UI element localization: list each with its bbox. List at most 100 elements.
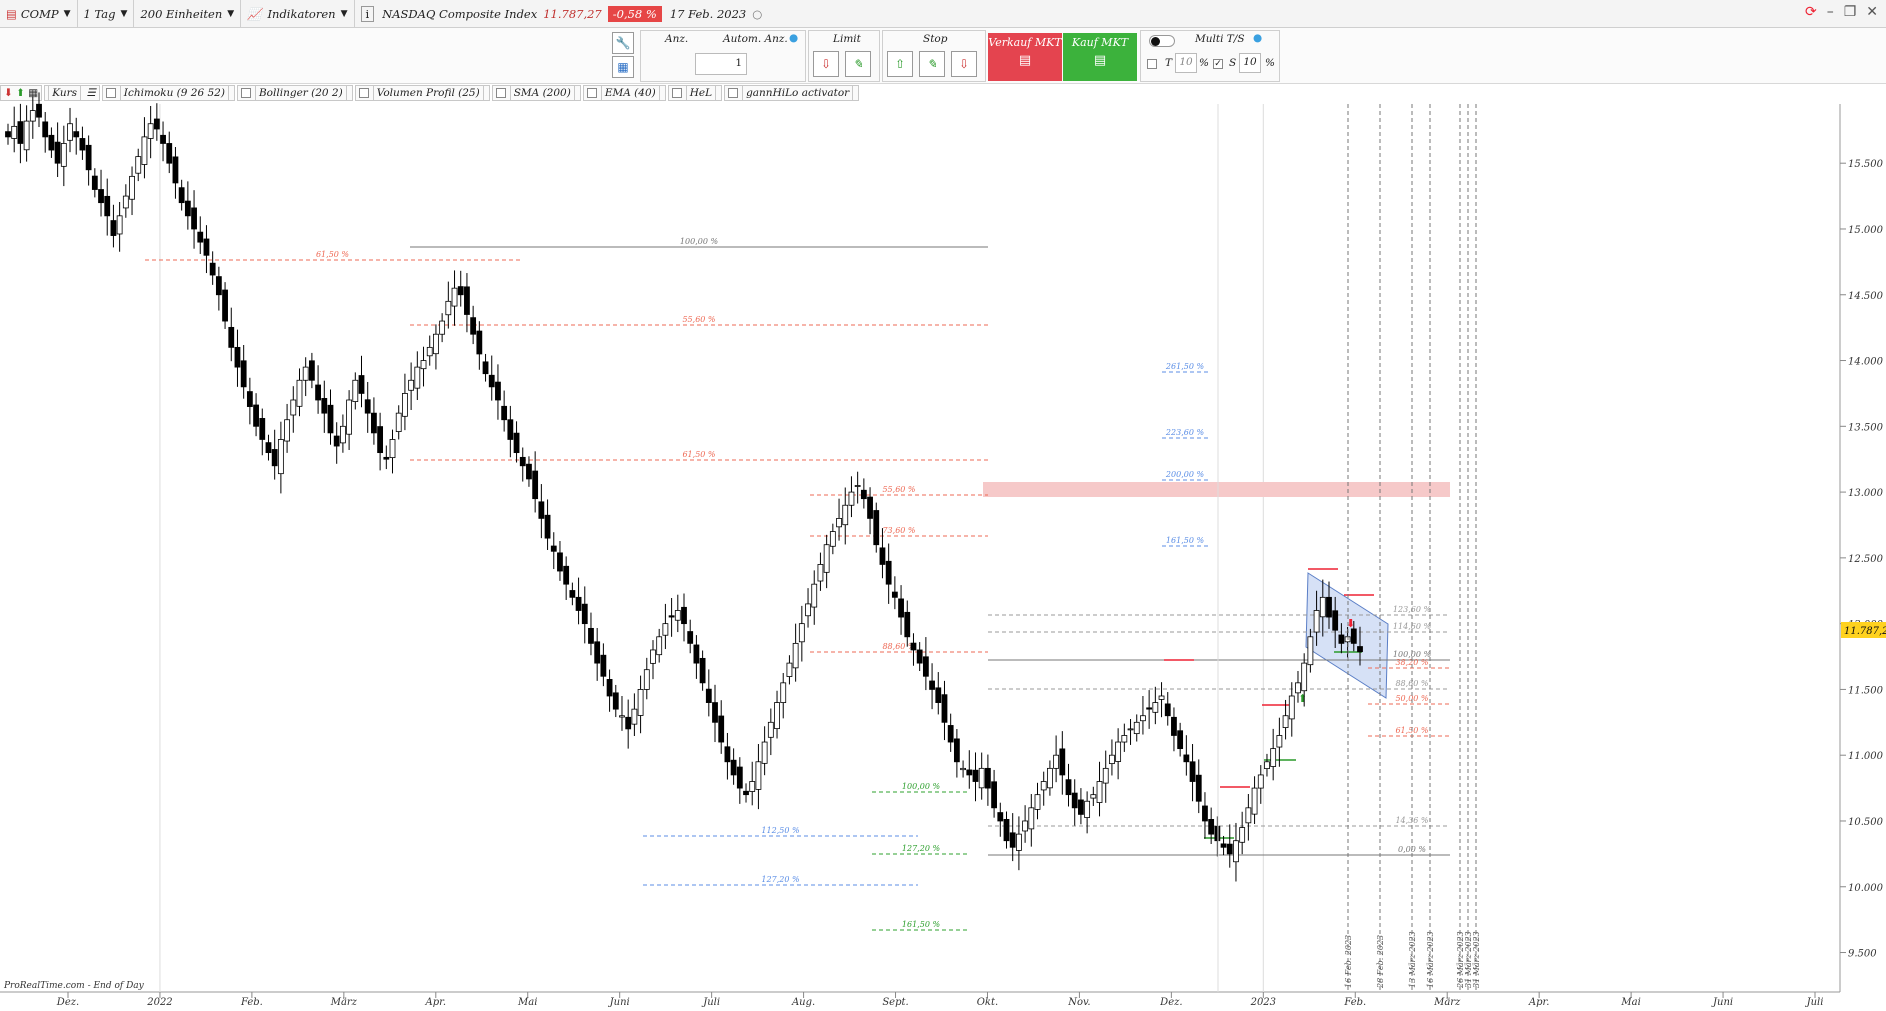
candle-body <box>290 399 297 416</box>
wrench-icon[interactable]: 🔧 <box>612 32 634 54</box>
indicator-label: gannHiLo activator <box>742 85 854 101</box>
s-input[interactable]: 10 <box>1239 53 1261 73</box>
symbol-icon: ▤ <box>6 6 17 21</box>
candle-body <box>402 393 408 417</box>
x-tick-label: Mai <box>517 997 537 1008</box>
candle-body <box>1357 646 1363 653</box>
restore-icon[interactable]: ❐ <box>1844 4 1857 20</box>
candle-body <box>73 131 80 138</box>
indicator-checkbox[interactable] <box>586 88 597 98</box>
indicator-item-bollinger[interactable]: Bollinger (20 2) <box>236 85 353 101</box>
candle-body <box>600 654 607 677</box>
indicators-button[interactable]: 📈 Indikatoren ▼ <box>241 0 355 28</box>
candle-body <box>433 333 439 355</box>
candle-body <box>879 547 886 565</box>
indicator-item-hel[interactable]: HeL <box>667 85 723 101</box>
indicator-label: Kurs <box>48 85 82 101</box>
candle-body <box>321 398 328 414</box>
candle-body <box>761 741 768 764</box>
candle-body <box>780 682 787 703</box>
candle-body <box>619 715 625 718</box>
candle-body <box>197 231 204 243</box>
fib-level-label: 200,00 % <box>1165 470 1205 479</box>
indicator-item-volume-profile[interactable]: Volumen Profil (25) <box>354 85 490 101</box>
candle-body <box>1109 754 1115 765</box>
candle-body <box>184 200 191 217</box>
stop-sell-button[interactable]: ⇩ <box>951 51 977 77</box>
indicator-checkbox[interactable] <box>240 88 251 98</box>
candle-body <box>978 767 985 789</box>
candle-body <box>594 641 601 664</box>
candle-body <box>1319 596 1326 618</box>
minimize-icon[interactable]: – <box>1827 4 1834 20</box>
symbol-select[interactable]: ▤ COMP ▼ <box>0 0 78 28</box>
candle-body <box>1009 832 1016 848</box>
candle-body <box>513 432 520 454</box>
indicator-checkbox[interactable] <box>495 88 506 98</box>
candle-body <box>991 781 997 809</box>
candle-body <box>1071 792 1078 809</box>
sync-icon[interactable]: ⟳ <box>1805 4 1817 20</box>
qty-input[interactable]: 1 <box>695 53 747 75</box>
x-tick-label: Sept. <box>882 997 908 1008</box>
close-icon[interactable]: ✕ <box>1866 4 1878 20</box>
t-input[interactable]: 10 <box>1175 53 1197 73</box>
fib-level-label: 114,60 % <box>1393 622 1432 631</box>
indicator-checkbox[interactable] <box>671 88 682 98</box>
indicator-item-ganhilo[interactable]: gannHiLo activator <box>724 85 860 101</box>
descending-channel <box>1305 572 1389 699</box>
candle-body <box>848 491 855 506</box>
candle-body <box>1226 843 1233 855</box>
indicator-item-kurs[interactable]: Kurs ☰ <box>44 85 100 101</box>
candle-body <box>215 276 222 296</box>
candle-body <box>550 545 557 552</box>
indicator-checkbox[interactable] <box>728 88 739 98</box>
indicator-item-sma[interactable]: SMA (200) <box>491 85 581 101</box>
limit-sell-button[interactable]: ⇩ <box>813 51 839 77</box>
x-tick-label: Juni <box>1711 997 1733 1008</box>
keyboard-icon[interactable]: ▦ <box>612 56 634 78</box>
candle-body <box>339 425 346 444</box>
candle-body <box>166 143 173 164</box>
stop-edit-button[interactable]: ✎ <box>919 51 945 77</box>
indicator-item-ichimoku[interactable]: Ichimoku (9 26 52) <box>101 85 235 101</box>
candle-body <box>67 123 73 141</box>
info-icon[interactable]: i <box>360 5 375 22</box>
units-label: 200 Einheiten <box>140 6 223 21</box>
candle-body <box>922 656 929 677</box>
period-select[interactable]: 1 Tag ▼ <box>78 0 135 28</box>
indicator-label: HeL <box>685 85 717 101</box>
candle-body <box>823 544 830 573</box>
candle-body <box>836 518 842 528</box>
candle-body <box>203 238 210 256</box>
candle-body <box>1344 636 1351 643</box>
last-price-tag-label: 11.787,27 <box>1844 626 1886 637</box>
fib-level-label: 55,60 % <box>882 485 915 494</box>
sell-market-button[interactable]: Verkauf MKT ▤ <box>988 33 1062 81</box>
candle-body <box>842 504 849 526</box>
limit-edit-button[interactable]: ✎ <box>845 51 871 77</box>
candle-body <box>85 144 92 171</box>
indicator-controls[interactable]: ⬇ ⬆ ▦ <box>0 85 43 101</box>
multi-toggle[interactable] <box>1149 35 1175 47</box>
candle-body <box>1152 702 1159 713</box>
candle-body <box>377 426 384 454</box>
units-select[interactable]: 200 Einheiten ▼ <box>134 0 242 28</box>
buy-market-button[interactable]: Kauf MKT ▤ <box>1063 33 1137 81</box>
candle-body <box>1065 779 1072 796</box>
stop-buy-button[interactable]: ⇧ <box>887 51 913 77</box>
candle-body <box>1245 807 1252 824</box>
candle-body <box>209 262 216 276</box>
x-tick-label: Nov. <box>1067 997 1090 1008</box>
candle-body <box>798 623 805 643</box>
candle-body <box>532 470 539 500</box>
s-checkbox[interactable]: ✓ <box>1213 59 1223 69</box>
fib-level-label: 88,60 % <box>1395 679 1428 688</box>
indicator-item-ema[interactable]: EMA (40) <box>582 85 666 101</box>
indicator-checkbox[interactable] <box>105 88 116 98</box>
candle-body <box>575 596 582 611</box>
candle-body <box>526 463 532 480</box>
indicator-checkbox[interactable] <box>358 88 369 98</box>
t-checkbox[interactable] <box>1147 59 1157 69</box>
candle-body <box>1127 728 1134 731</box>
